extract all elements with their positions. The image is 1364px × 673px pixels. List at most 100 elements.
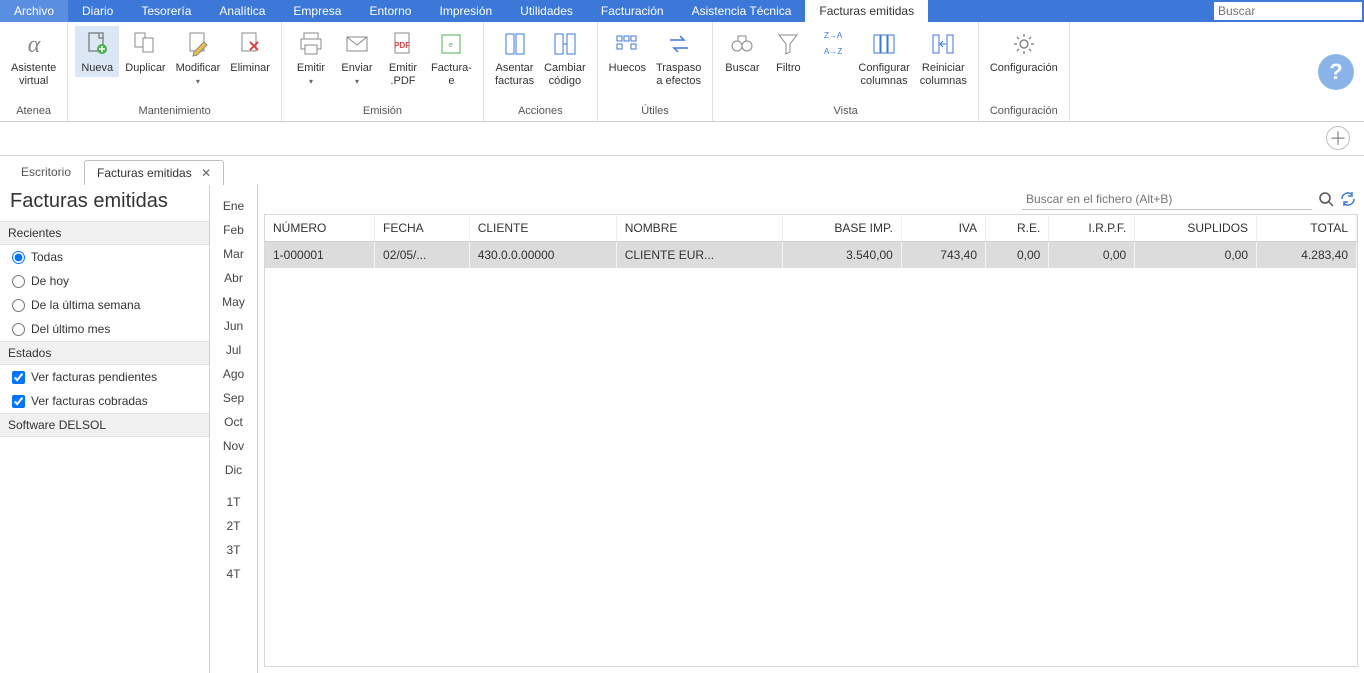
ribbon-btn-filtro[interactable]: Filtro: [766, 26, 810, 77]
ribbon-btn-emitir[interactable]: Emitir▾: [289, 26, 333, 89]
binocs-icon: [726, 28, 758, 60]
ribbon-group-label: Atenea: [0, 103, 67, 121]
month-feb[interactable]: Feb: [210, 218, 257, 242]
col-iva[interactable]: IVA: [901, 215, 985, 242]
doc-new-icon: [81, 28, 113, 60]
menu-impresion[interactable]: Impresión: [425, 0, 506, 22]
ribbon-btn-traspaso-a-efectos[interactable]: Traspasoa efectos: [652, 26, 705, 89]
col-fecha[interactable]: FECHA: [375, 215, 470, 242]
quarter-1t[interactable]: 1T: [210, 490, 257, 514]
svg-text:A→Z: A→Z: [824, 47, 842, 56]
tab-escritorio[interactable]: Escritorio: [8, 159, 84, 184]
month-jul[interactable]: Jul: [210, 338, 257, 362]
ribbon-group-label: Vista: [713, 103, 977, 121]
col-re[interactable]: R.E.: [986, 215, 1049, 242]
menu-asistencia[interactable]: Asistencia Técnica: [678, 0, 806, 22]
ribbon-btn-duplicar[interactable]: Duplicar: [121, 26, 169, 77]
gaps-icon: [611, 28, 643, 60]
filter-semana[interactable]: De la última semana: [0, 293, 209, 317]
horizontal-scrollbar[interactable]: [265, 650, 1357, 666]
state-cobradas[interactable]: Ver facturas cobradas: [0, 389, 209, 413]
ribbon-btn-emitir-pdf[interactable]: PDFEmitir.PDF: [381, 26, 425, 89]
col-suplidos[interactable]: SUPLIDOS: [1135, 215, 1257, 242]
col-nombre[interactable]: NOMBRE: [616, 215, 783, 242]
ribbon-btn-sort[interactable]: Z→A A→Z: [812, 26, 852, 64]
cols-reset-icon: [927, 28, 959, 60]
tab-label: Escritorio: [21, 165, 71, 179]
close-icon[interactable]: ✕: [201, 166, 211, 180]
search-icon[interactable]: [1318, 191, 1334, 207]
ribbon-btn-nueva[interactable]: Nueva: [75, 26, 119, 77]
menu-archivo[interactable]: Archivo: [0, 0, 68, 22]
ribbon-group-label: Acciones: [484, 103, 597, 121]
top-menu-bar: Archivo Diario Tesorería Analítica Empre…: [0, 0, 1364, 22]
menu-analitica[interactable]: Analítica: [205, 0, 279, 22]
menu-entorno[interactable]: Entorno: [355, 0, 425, 22]
month-oct[interactable]: Oct: [210, 410, 257, 434]
ribbon-btn-label: Duplicar: [125, 62, 165, 75]
col-baseimp[interactable]: BASE IMP.: [783, 215, 901, 242]
menu-diario[interactable]: Diario: [68, 0, 127, 22]
table-area: NÚMEROFECHACLIENTENOMBREBASE IMP.IVAR.E.…: [258, 184, 1364, 673]
ribbon-btn-enviar[interactable]: Enviar▾: [335, 26, 379, 89]
funnel-icon: [772, 28, 804, 60]
ribbon-btn-cambiar-código[interactable]: Cambiarcódigo: [540, 26, 590, 89]
month-ene[interactable]: Ene: [210, 194, 257, 218]
menu-utilidades[interactable]: Utilidades: [506, 0, 587, 22]
add-tab-button[interactable]: ＋: [1326, 126, 1350, 150]
tab-facturas-emitidas[interactable]: Facturas emitidas ✕: [84, 160, 224, 185]
book-icon: [499, 28, 531, 60]
menu-tesoreria[interactable]: Tesorería: [127, 0, 205, 22]
ribbon-btn-asentar-facturas[interactable]: Asentarfacturas: [491, 26, 538, 89]
ribbon-btn-asistente-virtual[interactable]: αAsistentevirtual: [7, 26, 60, 89]
ribbon-btn-configuración[interactable]: Configuración: [986, 26, 1062, 77]
month-jun[interactable]: Jun: [210, 314, 257, 338]
ribbon-btn-label: Emitir.PDF: [389, 62, 417, 87]
ribbon-btn-buscar[interactable]: Buscar: [720, 26, 764, 77]
refresh-icon[interactable]: [1340, 191, 1356, 207]
svg-text:Z→A: Z→A: [824, 31, 842, 40]
menu-empresa[interactable]: Empresa: [279, 0, 355, 22]
ribbon-group-acciones: AsentarfacturasCambiarcódigo Acciones: [484, 22, 598, 121]
filter-mes[interactable]: Del último mes: [0, 317, 209, 341]
filter-hoy[interactable]: De hoy: [0, 269, 209, 293]
month-dic[interactable]: Dic: [210, 458, 257, 482]
month-sep[interactable]: Sep: [210, 386, 257, 410]
ribbon-btn-factura--e[interactable]: eFactura-e: [427, 26, 476, 89]
envelope-icon: [341, 28, 373, 60]
ribbon-btn-modificar[interactable]: Modificar▾: [172, 26, 225, 89]
ribbon-btn-label: Reiniciarcolumnas: [920, 62, 967, 87]
help-button[interactable]: ?: [1318, 54, 1354, 90]
ribbon-btn-label: Nueva: [81, 62, 113, 75]
col-cliente[interactable]: CLIENTE: [469, 215, 616, 242]
global-search-input[interactable]: [1214, 2, 1362, 20]
ribbon-group-label: Útiles: [598, 103, 713, 121]
grid-search-input[interactable]: [1022, 189, 1312, 210]
menu-facturas-emitidas[interactable]: Facturas emitidas: [805, 0, 928, 22]
ribbon-btn-reiniciar-columnas[interactable]: Reiniciarcolumnas: [916, 26, 971, 89]
quarter-3t[interactable]: 3T: [210, 538, 257, 562]
month-ago[interactable]: Ago: [210, 362, 257, 386]
month-may[interactable]: May: [210, 290, 257, 314]
quarter-2t[interactable]: 2T: [210, 514, 257, 538]
ribbon-btn-eliminar[interactable]: Eliminar: [226, 26, 274, 77]
ribbon-group-label: Emisión: [282, 103, 483, 121]
ribbon-btn-label: Filtro: [776, 62, 800, 75]
ribbon-btn-huecos[interactable]: Huecos: [605, 26, 650, 77]
table-row[interactable]: 1-00000102/05/...430.0.0.00000CLIENTE EU…: [265, 242, 1357, 269]
ribbon-btn-configurar-columnas[interactable]: Configurarcolumnas: [854, 26, 913, 89]
col-número[interactable]: NÚMERO: [265, 215, 375, 242]
col-irpf[interactable]: I.R.P.F.: [1049, 215, 1135, 242]
menu-facturacion[interactable]: Facturación: [587, 0, 678, 22]
xml-icon: e: [435, 28, 467, 60]
sidebar-section-estados: Estados: [0, 341, 209, 365]
state-pendientes[interactable]: Ver facturas pendientes: [0, 365, 209, 389]
filter-todas[interactable]: Todas: [0, 245, 209, 269]
main-area: Facturas emitidas Recientes Todas De hoy…: [0, 184, 1364, 673]
month-mar[interactable]: Mar: [210, 242, 257, 266]
quarter-4t[interactable]: 4T: [210, 562, 257, 586]
document-tabs: Escritorio Facturas emitidas ✕: [0, 156, 1364, 184]
col-total[interactable]: TOTAL: [1257, 215, 1357, 242]
month-abr[interactable]: Abr: [210, 266, 257, 290]
month-nov[interactable]: Nov: [210, 434, 257, 458]
